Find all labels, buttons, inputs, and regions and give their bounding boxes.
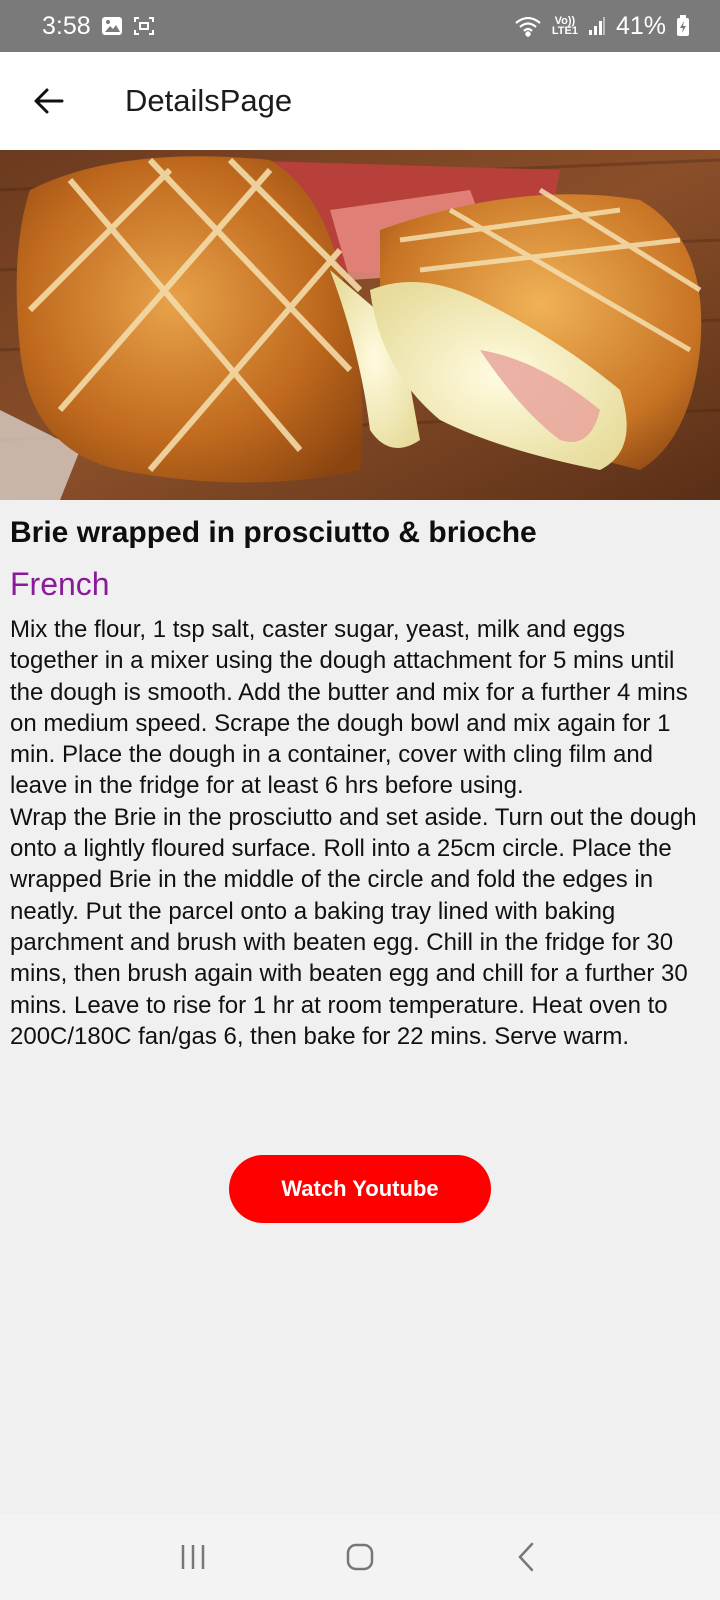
back-button[interactable] bbox=[21, 73, 77, 129]
recipe-photo bbox=[0, 150, 720, 500]
recipe-instructions: Mix the flour, 1 tsp salt, caster sugar,… bbox=[10, 616, 697, 1050]
recents-icon bbox=[182, 1545, 205, 1569]
network-type: Vo)) LTE1 bbox=[551, 16, 578, 37]
watch-youtube-button[interactable]: Watch Youtube bbox=[229, 1155, 491, 1223]
image-icon bbox=[101, 16, 123, 36]
arrow-left-icon bbox=[34, 88, 64, 114]
home-button[interactable] bbox=[330, 1527, 390, 1587]
home-icon bbox=[346, 1543, 374, 1571]
recipe-title: Brie wrapped in prosciutto & brioche bbox=[10, 516, 537, 549]
recipe-cuisine: French bbox=[10, 566, 110, 602]
system-nav-bar bbox=[0, 1514, 720, 1600]
status-time: 3:58 bbox=[42, 11, 91, 40]
status-bar: 3:58 Vo)) LTE1 41% bbox=[0, 0, 720, 52]
recipe-image bbox=[0, 150, 720, 500]
status-right: Vo)) LTE1 41% bbox=[514, 12, 690, 41]
page-title: DetailsPage bbox=[125, 83, 293, 118]
signal-icon bbox=[588, 16, 606, 36]
network-line2: LTE1 bbox=[551, 25, 578, 37]
screen-capture-icon bbox=[133, 16, 155, 36]
battery-percent: 41% bbox=[615, 11, 666, 40]
wifi-icon bbox=[514, 15, 542, 37]
chevron-left-icon bbox=[517, 1542, 533, 1572]
status-left: 3:58 bbox=[42, 12, 155, 41]
app-bar: DetailsPage bbox=[0, 52, 720, 150]
nav-back-button[interactable] bbox=[497, 1527, 557, 1587]
recipe-content: Brie wrapped in prosciutto & brioche Fre… bbox=[10, 510, 712, 1052]
battery-icon bbox=[676, 15, 690, 37]
recents-button[interactable] bbox=[163, 1527, 223, 1587]
